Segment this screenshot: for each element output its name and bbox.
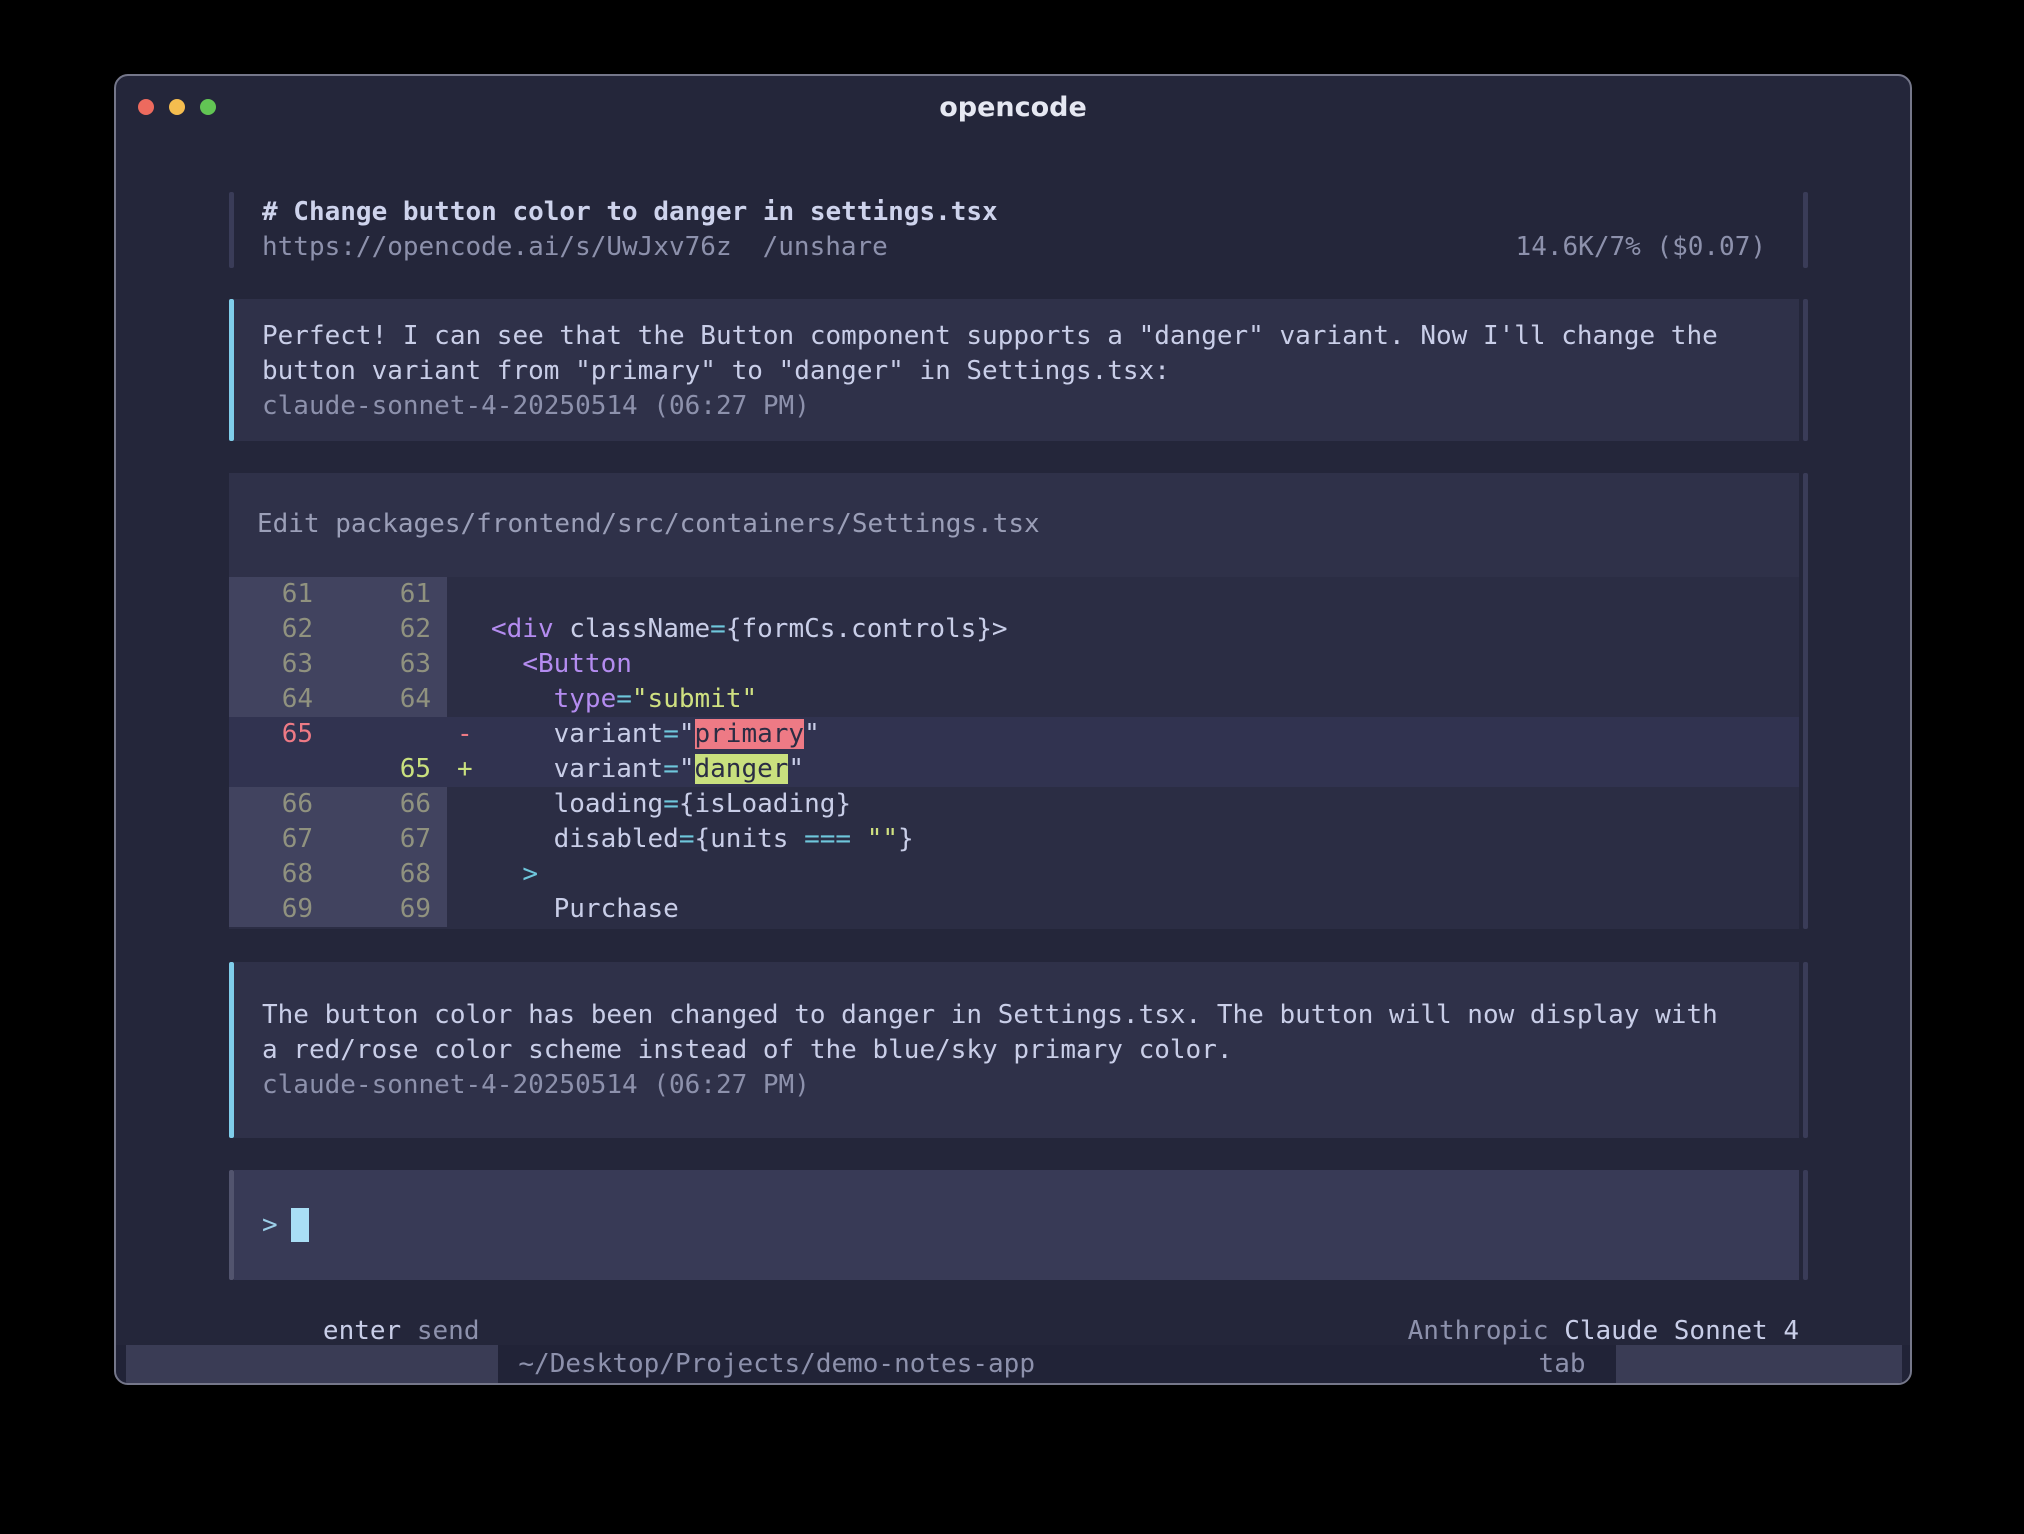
message-text: The button color has been changed to dan…: [262, 998, 1766, 1033]
diff-marker: [447, 787, 491, 822]
code-line: Purchase: [491, 892, 1799, 927]
new-line-number: 61: [329, 577, 447, 612]
token-usage: 14.6K/7% ($0.07): [1516, 230, 1766, 265]
diff-marker: [447, 577, 491, 612]
titlebar: opencode: [116, 76, 1910, 138]
app-version-chip: opencode v0.3.11: [126, 1345, 498, 1383]
old-line-number: 61: [229, 577, 329, 612]
hint-bar: enter send Anthropic Claude Sonnet 4: [229, 1286, 1808, 1316]
close-button[interactable]: [138, 99, 154, 115]
code-line: <Button: [491, 647, 1799, 682]
assistant-message: The button color has been changed to dan…: [229, 962, 1808, 1138]
mode-chip[interactable]: BUILD MODE: [1616, 1345, 1902, 1383]
diff-row: 6363 <Button: [229, 647, 1799, 682]
message-text: button variant from "primary" to "danger…: [262, 354, 1766, 389]
diff-code: 61616262 <div className={formCs.controls}…: [229, 577, 1799, 929]
diff-row: 6767 disabled={units === ""}: [229, 822, 1799, 857]
assistant-message: Perfect! I can see that the Button compo…: [229, 299, 1808, 441]
status-bar: opencode v0.3.11 ~/Desktop/Projects/demo…: [116, 1345, 1910, 1383]
code-line: variant="danger": [491, 752, 1799, 787]
diff-marker: [447, 857, 491, 892]
diff-row: 6666 loading={isLoading}: [229, 787, 1799, 822]
old-line-number: 64: [229, 682, 329, 717]
code-line: loading={isLoading}: [491, 787, 1799, 822]
diff-row: 6868 >: [229, 857, 1799, 892]
new-line-number: 67: [329, 822, 447, 857]
diff-marker: [447, 612, 491, 647]
code-line: [491, 577, 1799, 612]
diff-row: 6161: [229, 577, 1799, 612]
header-right-rule: [1803, 192, 1808, 268]
message-right-rule: [1803, 962, 1808, 1138]
message-meta: claude-sonnet-4-20250514 (06:27 PM): [262, 1068, 1766, 1103]
enter-key-hint: enter: [323, 1316, 401, 1346]
old-line-number: 67: [229, 822, 329, 857]
session-header: # Change button color to danger in setti…: [229, 192, 1808, 268]
diff-row: 6464 type="submit": [229, 682, 1799, 717]
old-line-number: 68: [229, 857, 329, 892]
diff-marker: [447, 822, 491, 857]
input-right-rule: [1803, 1170, 1808, 1280]
old-line-number: 63: [229, 647, 329, 682]
new-line-number: 66: [329, 787, 447, 822]
enter-action-hint: send: [401, 1316, 479, 1346]
zoom-button[interactable]: [200, 99, 216, 115]
minimize-button[interactable]: [169, 99, 185, 115]
new-line-number: 62: [329, 612, 447, 647]
model-name: Claude Sonnet 4: [1564, 1316, 1799, 1346]
model-provider: Anthropic: [1408, 1316, 1565, 1346]
session-title: # Change button color to danger in setti…: [262, 195, 1766, 230]
message-text: a red/rose color scheme instead of the b…: [262, 1033, 1766, 1068]
message-meta: claude-sonnet-4-20250514 (06:27 PM): [262, 389, 1766, 424]
diff-marker: [447, 647, 491, 682]
diff-right-rule: [1803, 473, 1808, 929]
edit-tool-panel: Edit packages/frontend/src/containers/Se…: [229, 473, 1808, 929]
code-line: disabled={units === ""}: [491, 822, 1799, 857]
diff-row: 6969 Purchase: [229, 892, 1799, 927]
new-line-number: 64: [329, 682, 447, 717]
message-text: Perfect! I can see that the Button compo…: [262, 319, 1766, 354]
window-title: opencode: [939, 92, 1087, 123]
new-line-number: 63: [329, 647, 447, 682]
code-line: type="submit": [491, 682, 1799, 717]
diff-title: Edit packages/frontend/src/containers/Se…: [257, 507, 1766, 542]
code-line: <div className={formCs.controls}>: [491, 612, 1799, 647]
new-line-number: 65: [329, 752, 447, 787]
old-line-number: 69: [229, 892, 329, 927]
opencode-window: opencode # Change button color to danger…: [114, 74, 1912, 1385]
old-line-number: [229, 752, 329, 787]
new-line-number: [329, 717, 447, 752]
diff-row: 6262 <div className={formCs.controls}>: [229, 612, 1799, 647]
diff-marker: +: [447, 752, 491, 787]
old-line-number: 62: [229, 612, 329, 647]
diff-marker: [447, 892, 491, 927]
share-url[interactable]: https://opencode.ai/s/UwJxv76z: [262, 230, 732, 265]
prompt-char: >: [262, 1207, 278, 1243]
new-line-number: 69: [329, 892, 447, 927]
old-line-number: 66: [229, 787, 329, 822]
old-line-number: 65: [229, 717, 329, 752]
new-line-number: 68: [329, 857, 447, 892]
code-line: >: [491, 857, 1799, 892]
diff-row: 65+ variant="danger": [229, 752, 1799, 787]
diff-marker: -: [447, 717, 491, 752]
diff-marker: [447, 682, 491, 717]
working-directory: ~/Desktop/Projects/demo-notes-app: [518, 1349, 1035, 1379]
prompt-input[interactable]: >: [229, 1170, 1808, 1280]
text-cursor: [291, 1208, 309, 1242]
unshare-command[interactable]: /unshare: [763, 230, 888, 265]
tab-key-hint: tab: [1539, 1349, 1586, 1379]
code-line: variant="primary": [491, 717, 1799, 752]
message-right-rule: [1803, 299, 1808, 441]
diff-row: 65 - variant="primary": [229, 717, 1799, 752]
